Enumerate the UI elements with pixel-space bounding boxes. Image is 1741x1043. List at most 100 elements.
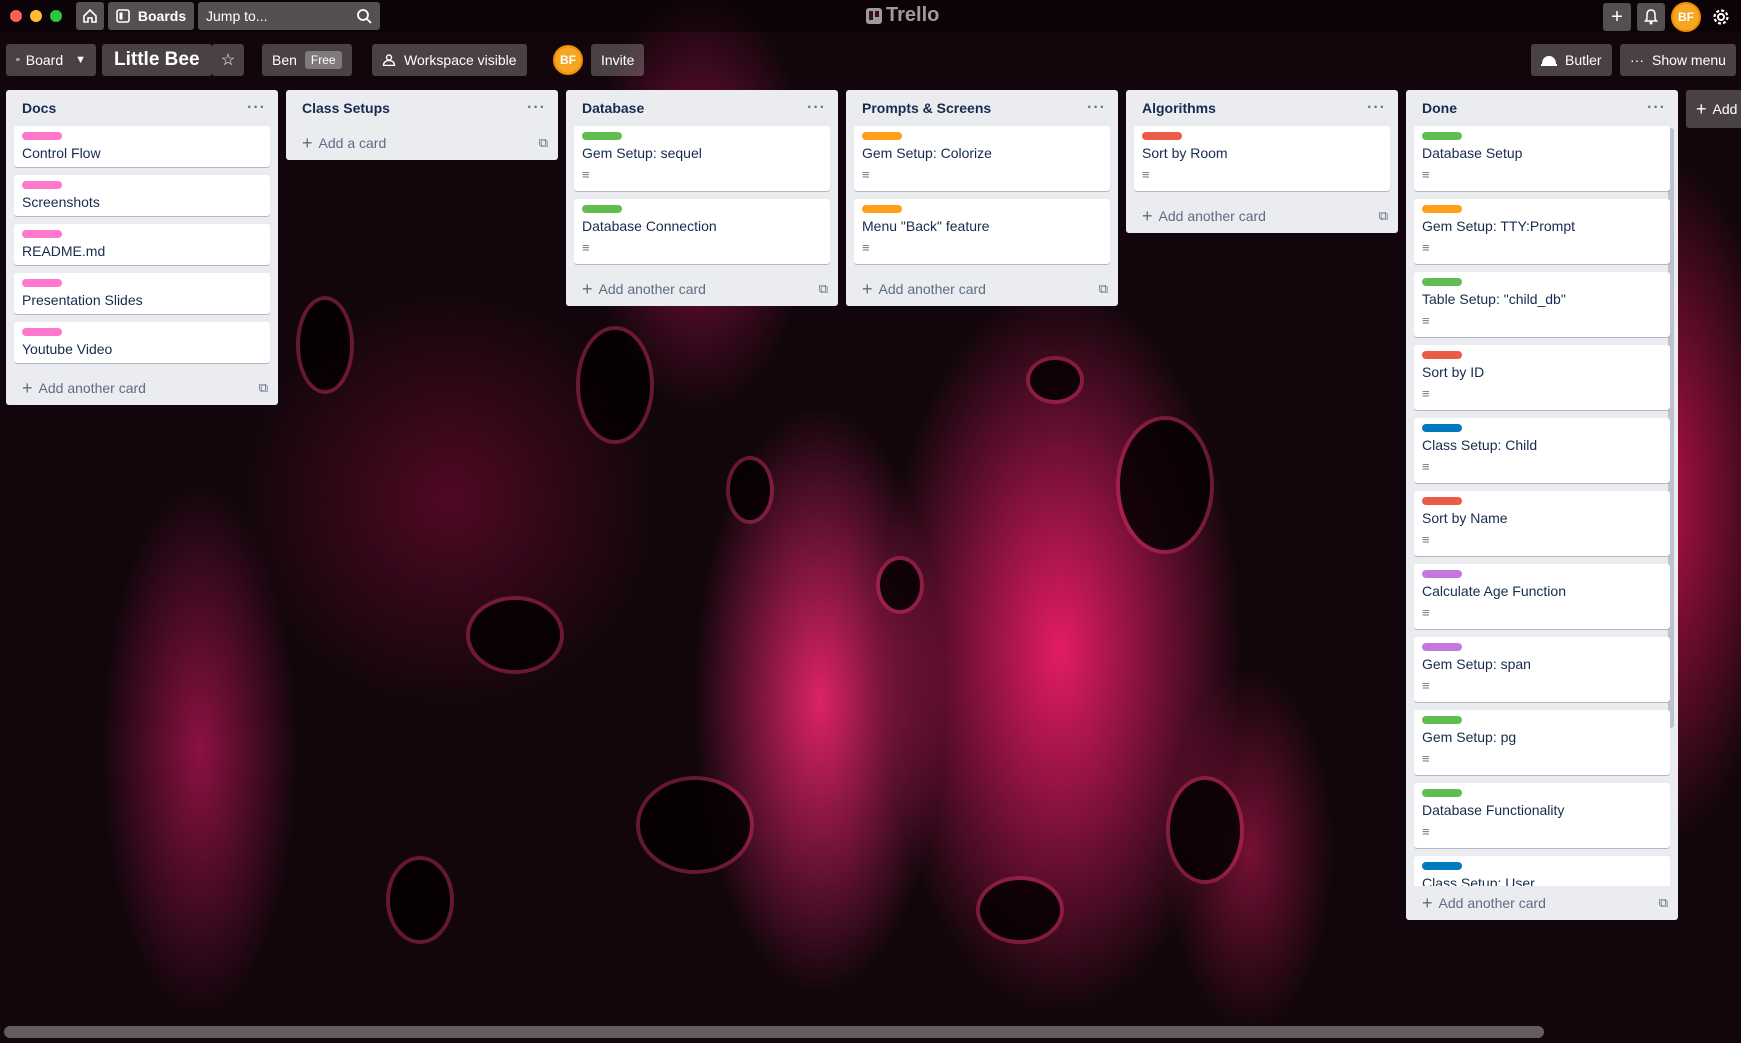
visibility-button[interactable]: Workspace visible	[372, 44, 527, 76]
list-title[interactable]: Class Setups	[302, 100, 390, 116]
add-card-button[interactable]: + Add a card ⧉	[286, 126, 558, 160]
card[interactable]: Presentation Slides	[14, 273, 270, 314]
card[interactable]: Sort by Name ≡	[1414, 491, 1670, 556]
card-template-icon[interactable]: ⧉	[1099, 281, 1108, 297]
list-title[interactable]: Database	[582, 100, 644, 116]
card-label[interactable]	[22, 181, 62, 189]
card[interactable]: Database Setup ≡	[1414, 126, 1670, 191]
card-label[interactable]	[582, 132, 622, 140]
card-template-icon[interactable]: ⧉	[1659, 895, 1668, 911]
list-actions-icon[interactable]: ···	[807, 99, 826, 117]
card-label[interactable]	[1422, 351, 1462, 359]
butler-button[interactable]: Butler	[1531, 44, 1612, 76]
card-label[interactable]	[862, 205, 902, 213]
card[interactable]: Screenshots	[14, 175, 270, 216]
card[interactable]: Gem Setup: pg ≡	[1414, 710, 1670, 775]
card[interactable]: README.md	[14, 224, 270, 265]
member-avatar[interactable]: BF	[553, 45, 583, 75]
card-label[interactable]	[1422, 132, 1462, 140]
card[interactable]: Sort by ID ≡	[1414, 345, 1670, 410]
list-header[interactable]: Algorithms ···	[1126, 90, 1398, 126]
settings-button[interactable]	[1707, 3, 1735, 31]
card-label[interactable]	[22, 132, 62, 140]
user-avatar[interactable]: BF	[1671, 2, 1701, 32]
trello-logo[interactable]: Trello	[866, 4, 939, 27]
maximize-window-button[interactable]	[50, 10, 62, 22]
workspace-button[interactable]: Ben Free	[262, 44, 352, 76]
card[interactable]: Sort by Room ≡	[1134, 126, 1390, 191]
list-title[interactable]: Docs	[22, 100, 56, 116]
list-title[interactable]: Done	[1422, 100, 1457, 116]
card[interactable]: Menu "Back" feature ≡	[854, 199, 1110, 264]
card-label[interactable]	[1422, 789, 1462, 797]
list-actions-icon[interactable]: ···	[1647, 99, 1666, 117]
card[interactable]: Gem Setup: span ≡	[1414, 637, 1670, 702]
list-title[interactable]: Algorithms	[1142, 100, 1216, 116]
home-button[interactable]	[76, 2, 104, 30]
create-button[interactable]: +	[1603, 3, 1631, 31]
card-label[interactable]	[1422, 570, 1462, 578]
add-card-button[interactable]: + Add another card ⧉	[566, 272, 838, 306]
jump-to-search[interactable]: Jump to...	[198, 2, 380, 30]
boards-button[interactable]: Boards	[108, 2, 194, 30]
add-card-group[interactable]: + Add another card	[1142, 206, 1266, 227]
card[interactable]: Control Flow	[14, 126, 270, 167]
card-template-icon[interactable]: ⧉	[1379, 208, 1388, 224]
card[interactable]: Database Connection ≡	[574, 199, 830, 264]
list-title[interactable]: Prompts & Screens	[862, 100, 991, 116]
add-card-button[interactable]: + Add another card ⧉	[6, 371, 278, 405]
list-actions-icon[interactable]: ···	[1367, 99, 1386, 117]
card-label[interactable]	[22, 328, 62, 336]
add-card-group[interactable]: + Add another card	[22, 378, 146, 399]
list-actions-icon[interactable]: ···	[527, 99, 546, 117]
card-template-icon[interactable]: ⧉	[259, 380, 268, 396]
card-label[interactable]	[582, 205, 622, 213]
card-label[interactable]	[1422, 643, 1462, 651]
list-header[interactable]: Docs ···	[6, 90, 278, 126]
card[interactable]: Class Setup: Child ≡	[1414, 418, 1670, 483]
invite-button[interactable]: Invite	[591, 44, 645, 76]
card[interactable]: Gem Setup: TTY:Prompt ≡	[1414, 199, 1670, 264]
list-header[interactable]: Prompts & Screens ···	[846, 90, 1118, 126]
card-label[interactable]	[1422, 278, 1462, 286]
card[interactable]: Table Setup: "child_db" ≡	[1414, 272, 1670, 337]
notifications-button[interactable]	[1637, 3, 1665, 31]
card-label[interactable]	[22, 230, 62, 238]
list-actions-icon[interactable]: ···	[1087, 99, 1106, 117]
card-label[interactable]	[862, 132, 902, 140]
card-label[interactable]	[1422, 205, 1462, 213]
close-window-button[interactable]	[10, 10, 22, 22]
card[interactable]: Database Functionality ≡	[1414, 783, 1670, 848]
list-header[interactable]: Done ···	[1406, 90, 1678, 126]
board-view-switcher[interactable]: Board ▼	[6, 44, 96, 76]
card-template-icon[interactable]: ⧉	[539, 135, 548, 151]
card-label[interactable]	[1422, 716, 1462, 724]
add-card-button[interactable]: + Add another card ⧉	[846, 272, 1118, 306]
horizontal-scrollbar[interactable]	[4, 1026, 1544, 1038]
card-template-icon[interactable]: ⧉	[819, 281, 828, 297]
card[interactable]: Gem Setup: Colorize ≡	[854, 126, 1110, 191]
card-label[interactable]	[1422, 862, 1462, 870]
list-header[interactable]: Class Setups ···	[286, 90, 558, 126]
card-label[interactable]	[22, 279, 62, 287]
card-label[interactable]	[1422, 497, 1462, 505]
list-actions-icon[interactable]: ···	[247, 99, 266, 117]
card[interactable]: Class Setup: User≡	[1414, 856, 1670, 886]
list-header[interactable]: Database ···	[566, 90, 838, 126]
minimize-window-button[interactable]	[30, 10, 42, 22]
star-board-button[interactable]: ☆	[212, 44, 244, 76]
add-list-button[interactable]: + Add	[1686, 90, 1741, 128]
card[interactable]: Youtube Video	[14, 322, 270, 363]
show-menu-button[interactable]: ··· Show menu	[1620, 44, 1736, 76]
add-card-group[interactable]: + Add another card	[862, 279, 986, 300]
add-card-button[interactable]: + Add another card ⧉	[1126, 199, 1398, 233]
add-card-group[interactable]: + Add another card	[582, 279, 706, 300]
card[interactable]: Gem Setup: sequel ≡	[574, 126, 830, 191]
board-title[interactable]: Little Bee	[102, 44, 212, 76]
add-card-group[interactable]: + Add a card	[302, 133, 386, 154]
card[interactable]: Calculate Age Function ≡	[1414, 564, 1670, 629]
card-label[interactable]	[1142, 132, 1182, 140]
add-card-button[interactable]: + Add another card ⧉	[1406, 886, 1678, 920]
add-card-group[interactable]: + Add another card	[1422, 893, 1546, 914]
card-label[interactable]	[1422, 424, 1462, 432]
